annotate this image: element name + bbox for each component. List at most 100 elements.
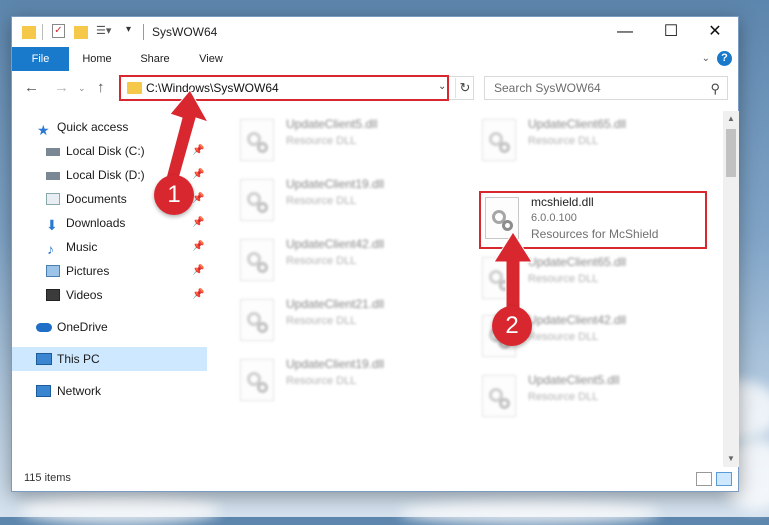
sidebar-item-videos[interactable]: Videos 📌: [12, 283, 207, 307]
file-type: Resource DLL: [286, 315, 357, 327]
large-icons-view-icon[interactable]: [716, 472, 732, 486]
refresh-icon[interactable]: ↻: [455, 78, 474, 98]
divider: [143, 24, 144, 40]
quick-access-menu-icon[interactable]: ☰▾: [96, 24, 112, 40]
navigation-bar: ← → ⌄ ↑ C:\Windows\SysWOW64 ⌄ ↻ Search S…: [12, 71, 738, 107]
tab-home[interactable]: Home: [74, 47, 120, 71]
up-button[interactable]: ↑: [97, 79, 105, 96]
file-name: UpdateClient19.dll: [286, 177, 385, 191]
pin-icon: 📌: [192, 169, 205, 180]
item-count: 115 items: [24, 472, 71, 484]
dll-file-icon: [240, 359, 274, 401]
search-input[interactable]: Search SysWOW64: [494, 81, 601, 95]
back-button[interactable]: ←: [24, 79, 39, 96]
file-item[interactable]: UpdateClient65.dll Resource DLL: [482, 115, 702, 167]
file-name: UpdateClient42.dll: [286, 237, 385, 251]
file-type: Resource DLL: [286, 255, 357, 267]
dll-file-icon: [240, 119, 274, 161]
tab-share[interactable]: Share: [132, 47, 178, 71]
expand-ribbon-icon[interactable]: ⌄: [702, 53, 710, 64]
folder-icon: [22, 26, 36, 39]
file-type: Resource DLL: [528, 273, 599, 285]
customize-toolbar-icon[interactable]: ▾: [126, 24, 136, 40]
explorer-window: ✓ ☰▾ ▾ SysWOW64 — ☐ ✕ File Home Share Vi…: [11, 16, 739, 492]
pictures-icon: [46, 265, 60, 277]
forward-button[interactable]: →: [54, 79, 69, 96]
title-bar: ✓ ☰▾ ▾ SysWOW64 — ☐ ✕: [12, 17, 738, 47]
sidebar-item-label: This PC: [57, 352, 100, 366]
file-name: UpdateClient5.dll: [528, 373, 620, 387]
network-icon: [36, 385, 51, 397]
file-name: UpdateClient65.dll: [528, 255, 627, 269]
sidebar-item-quick-access[interactable]: ★ Quick access: [12, 115, 207, 139]
music-icon: ♪: [47, 241, 54, 257]
divider: [42, 24, 43, 40]
star-icon: ★: [37, 122, 50, 138]
pin-icon: 📌: [192, 241, 205, 252]
minimize-button[interactable]: —: [602, 17, 648, 47]
vertical-scrollbar[interactable]: ▲ ▼: [723, 111, 739, 467]
file-highlight-box: [479, 191, 707, 249]
pin-icon: 📌: [192, 145, 205, 156]
recent-locations-icon[interactable]: ⌄: [78, 83, 86, 94]
sidebar-item-local-disk-c[interactable]: Local Disk (C:) 📌: [12, 139, 207, 163]
file-name: UpdateClient21.dll: [286, 297, 385, 311]
dll-file-icon: [482, 257, 516, 299]
search-icon[interactable]: ⚲: [710, 81, 720, 97]
sidebar-item-music[interactable]: ♪ Music 📌: [12, 235, 207, 259]
file-name: UpdateClient19.dll: [286, 357, 385, 371]
file-name: UpdateClient65.dll: [528, 117, 627, 131]
sidebar-item-label: Downloads: [66, 216, 126, 230]
sidebar-item-label: Local Disk (C:): [66, 144, 145, 158]
cloud-decoration: [20, 495, 220, 525]
file-item[interactable]: UpdateClient42.dll Resource DLL: [240, 235, 460, 287]
file-item[interactable]: UpdateClient5.dll Resource DLL: [482, 371, 702, 423]
file-item[interactable]: UpdateClient21.dll Resource DLL: [240, 295, 460, 347]
file-item[interactable]: UpdateClient5.dll Resource DLL: [240, 115, 460, 167]
tab-file[interactable]: File: [12, 47, 69, 71]
videos-icon: [46, 289, 60, 301]
file-type: Resource DLL: [528, 391, 599, 403]
file-type: Resource DLL: [286, 135, 357, 147]
sidebar-item-network[interactable]: Network: [12, 379, 207, 403]
tab-view[interactable]: View: [188, 47, 234, 71]
file-item[interactable]: UpdateClient65.dll Resource DLL: [482, 253, 702, 305]
scroll-down-icon[interactable]: ▼: [723, 451, 739, 467]
new-folder-icon[interactable]: [74, 26, 88, 39]
file-type: Resource DLL: [528, 331, 599, 343]
search-box[interactable]: Search SysWOW64 ⚲: [484, 76, 728, 100]
sidebar-item-label: Videos: [66, 288, 103, 302]
sidebar-item-label: Network: [57, 384, 102, 398]
file-item[interactable]: UpdateClient19.dll Resource DLL: [240, 355, 460, 407]
file-type: Resource DLL: [286, 375, 357, 387]
pin-icon: 📌: [192, 265, 205, 276]
dll-file-icon: [482, 119, 516, 161]
dll-file-icon: [240, 179, 274, 221]
downloads-icon: ⬇: [46, 217, 58, 233]
sidebar-item-onedrive[interactable]: OneDrive: [12, 315, 207, 339]
navigation-pane: ★ Quick access Local Disk (C:) 📌 Local D…: [12, 111, 207, 461]
help-icon[interactable]: ?: [717, 51, 732, 66]
drive-icon: [46, 172, 60, 180]
scroll-up-icon[interactable]: ▲: [723, 111, 739, 127]
sidebar-item-this-pc[interactable]: This PC: [12, 347, 207, 371]
file-list: UpdateClient5.dll Resource DLL UpdateCli…: [217, 111, 722, 461]
dll-file-icon: [240, 239, 274, 281]
scrollbar-thumb[interactable]: [726, 129, 736, 177]
sidebar-item-label: Documents: [66, 192, 127, 206]
drive-icon: [46, 148, 60, 156]
dll-file-icon: [240, 299, 274, 341]
sidebar-item-label: Quick access: [57, 120, 129, 134]
sidebar-item-pictures[interactable]: Pictures 📌: [12, 259, 207, 283]
file-item[interactable]: UpdateClient19.dll Resource DLL: [240, 175, 460, 227]
properties-icon[interactable]: ✓: [52, 24, 65, 38]
file-name: UpdateClient5.dll: [286, 117, 378, 131]
window-title: SysWOW64: [152, 25, 218, 39]
details-view-icon[interactable]: [696, 472, 712, 486]
step-1-badge: 1: [154, 175, 194, 215]
close-button[interactable]: ✕: [692, 17, 738, 47]
pin-icon: 📌: [192, 193, 205, 204]
maximize-button[interactable]: ☐: [648, 17, 694, 47]
pin-icon: 📌: [192, 217, 205, 228]
sidebar-item-label: OneDrive: [57, 320, 108, 334]
